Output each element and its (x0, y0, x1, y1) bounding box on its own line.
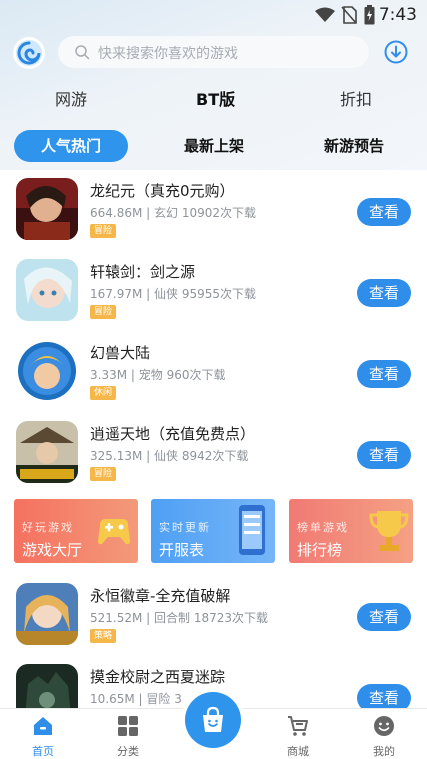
banner-title: 游戏大厅 (22, 541, 83, 559)
view-button[interactable]: 查看 (357, 360, 411, 388)
game-name: 永恒徽章-全充值破解 (90, 587, 231, 605)
home-icon (34, 717, 52, 735)
game-list-item[interactable]: 逍遥天地（充值免费点） 325.13M | 仙侠 8942次下载 冒险 查看 (0, 417, 427, 489)
nav-label: 我的 (373, 745, 395, 758)
banner-subtitle: 实时更新 (159, 521, 211, 534)
banner-leaderboard[interactable]: 榜单游戏 排行榜 (289, 499, 413, 563)
nav-category[interactable]: 分类 (98, 715, 158, 759)
search-bar[interactable]: 快来搜索你喜欢的游戏 (58, 36, 369, 68)
app-logo-icon[interactable] (12, 36, 46, 70)
game-meta: 325.13M | 仙侠 8942次下载 (90, 449, 249, 463)
game-list-item[interactable]: 龙纪元（真充0元购） 664.86M | 玄幻 10902次下载 冒险 查看 (0, 174, 427, 246)
view-button[interactable]: 查看 (357, 198, 411, 226)
game-icon (16, 583, 78, 645)
status-bar: 7:43 (0, 0, 427, 30)
banner-subtitle: 榜单游戏 (297, 521, 349, 534)
game-icon (16, 259, 78, 321)
nav-label: 分类 (117, 745, 139, 758)
download-icon[interactable] (384, 40, 408, 64)
promo-banners: 好玩游戏 游戏大厅 实时更新 开服表 榜单游戏 排行榜 (0, 499, 427, 563)
game-tag: 冒险 (90, 305, 117, 319)
search-placeholder: 快来搜索你喜欢的游戏 (98, 46, 238, 62)
game-tag: 策略 (90, 629, 117, 643)
tab-online-games[interactable]: 网游 (55, 86, 87, 110)
game-meta: 521.52M | 回合制 18723次下载 (90, 611, 269, 625)
game-tag: 休闲 (90, 386, 117, 400)
game-name: 逍遥天地（充值免费点） (90, 425, 256, 443)
game-list-item[interactable]: 幻兽大陆 3.33M | 宠物 960次下载 休闲 查看 (0, 336, 427, 408)
sub-tabs: 人气热门 最新上架 新游预告 (0, 128, 427, 168)
search-icon (75, 45, 90, 60)
banner-subtitle: 好玩游戏 (22, 521, 74, 534)
tab-bt-version[interactable]: BT版 (196, 86, 235, 110)
gamepad-icon (98, 519, 130, 545)
main-tabs: 网游 BT版 折扣 (0, 82, 427, 116)
game-name: 龙纪元（真充0元购） (90, 182, 235, 200)
game-list-item[interactable]: 永恒徽章-全充值破解 521.52M | 回合制 18723次下载 策略 查看 (0, 579, 427, 651)
game-name: 轩辕剑：剑之源 (90, 263, 196, 281)
shopping-bag-button[interactable] (185, 692, 241, 748)
nav-label: 首页 (32, 745, 54, 758)
clock: 7:43 (378, 5, 417, 25)
cart-icon (288, 716, 308, 736)
banner-server-schedule[interactable]: 实时更新 开服表 (151, 499, 275, 563)
subtab-upcoming[interactable]: 新游预告 (308, 130, 400, 162)
trophy-icon (369, 511, 409, 551)
subtab-new-releases[interactable]: 最新上架 (168, 130, 260, 162)
game-icon (16, 178, 78, 240)
game-tag: 冒险 (90, 467, 117, 481)
game-meta: 167.97M | 仙侠 95955次下载 (90, 287, 257, 301)
banner-title: 开服表 (159, 541, 205, 559)
grid-icon (118, 716, 138, 736)
game-meta: 10.65M | 冒险 3 (90, 692, 182, 706)
nav-store[interactable]: 商城 (268, 715, 328, 759)
game-list-item[interactable]: 轩辕剑：剑之源 167.97M | 仙侠 95955次下载 冒险 查看 (0, 255, 427, 327)
top-bar: 快来搜索你喜欢的游戏 (0, 36, 427, 70)
view-button[interactable]: 查看 (357, 603, 411, 631)
nav-profile[interactable]: 我的 (354, 715, 414, 759)
game-icon (16, 421, 78, 483)
tab-discount[interactable]: 折扣 (340, 86, 372, 110)
shopping-bag-icon (203, 706, 223, 732)
banner-game-lobby[interactable]: 好玩游戏 游戏大厅 (14, 499, 138, 563)
view-button[interactable]: 查看 (357, 441, 411, 469)
game-meta: 3.33M | 宠物 960次下载 (90, 368, 226, 382)
view-button[interactable]: 查看 (357, 279, 411, 307)
no-sim-icon (341, 6, 357, 24)
game-name: 摸金校尉之西夏迷踪 (90, 668, 226, 686)
banner-title: 排行榜 (297, 541, 343, 559)
phone-list-icon (239, 505, 265, 555)
smile-face-icon (374, 716, 394, 736)
game-tag: 冒险 (90, 224, 117, 238)
subtab-popular[interactable]: 人气热门 (14, 130, 128, 162)
nav-label: 商城 (287, 745, 309, 758)
game-icon (16, 340, 78, 402)
game-meta: 664.86M | 玄幻 10902次下载 (90, 206, 257, 220)
wifi-icon (315, 7, 335, 22)
game-name: 幻兽大陆 (90, 344, 151, 362)
battery-charging-icon (364, 5, 375, 25)
nav-home[interactable]: 首页 (13, 715, 73, 759)
